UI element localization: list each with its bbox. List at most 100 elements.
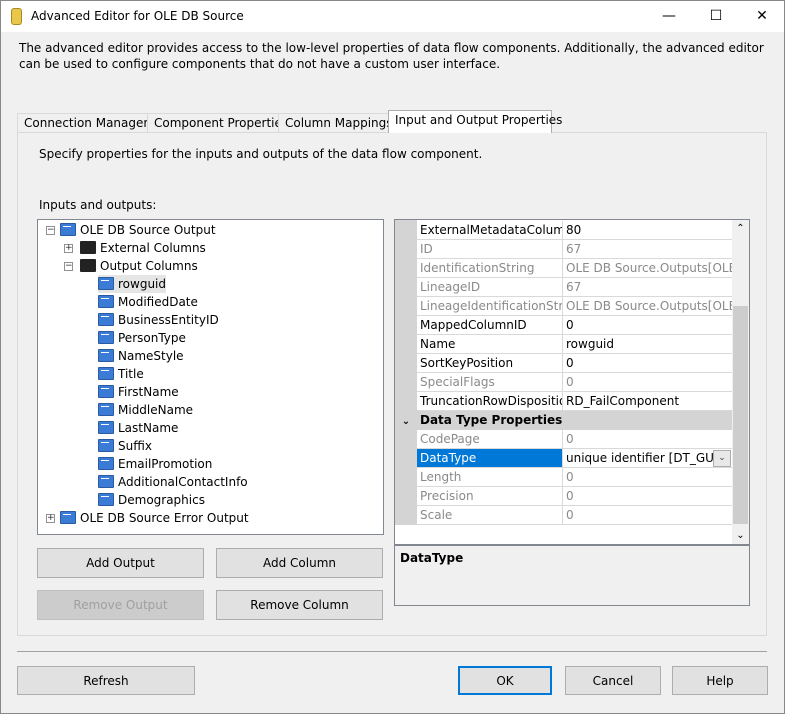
node-label: FirstName: [118, 385, 179, 399]
add-column-button[interactable]: Add Column: [216, 548, 383, 578]
property-row[interactable]: TruncationRowDisposition RD_FailComponent: [417, 392, 732, 411]
node-label: Output Columns: [100, 259, 198, 273]
node-label: OLE DB Source Error Output: [80, 511, 249, 525]
tab-input-output-properties[interactable]: Input and Output Properties: [388, 110, 562, 133]
property-row[interactable]: DataType unique identifier [DT_GUID] ⌄: [417, 449, 732, 468]
property-row[interactable]: MappedColumnID 0: [417, 316, 732, 335]
output-icon: [60, 511, 76, 524]
column-icon: [98, 295, 114, 308]
output-icon: [60, 223, 76, 236]
refresh-button[interactable]: Refresh: [17, 666, 195, 695]
title-bar: Advanced Editor for OLE DB Source — ☐ ✕: [0, 0, 785, 32]
help-button[interactable]: Help: [672, 666, 768, 695]
property-value: 0: [566, 432, 574, 446]
property-name: Scale: [417, 506, 563, 524]
tree-node-column[interactable]: ModifiedDate: [98, 293, 198, 311]
column-icon: [98, 349, 114, 362]
node-label: Suffix: [118, 439, 152, 453]
category-row[interactable]: ⌄ Data Type Properties: [395, 411, 732, 430]
node-label: rowguid: [118, 277, 166, 291]
property-row[interactable]: LineageID 67: [417, 278, 732, 297]
property-row[interactable]: Scale 0: [417, 506, 732, 525]
property-name: TruncationRowDisposition: [417, 392, 563, 410]
expand-icon[interactable]: +: [64, 244, 73, 253]
property-value[interactable]: unique identifier [DT_GUID]: [563, 449, 732, 467]
property-row[interactable]: ExternalMetadataColumnID80: [417, 221, 732, 240]
tree-node-column[interactable]: FirstName: [98, 383, 179, 401]
tab-component-properties[interactable]: Component Properties: [147, 113, 288, 133]
scrollbar-thumb[interactable]: [733, 306, 748, 524]
property-value: 0: [566, 470, 574, 484]
tree-node-column[interactable]: EmailPromotion: [98, 455, 212, 473]
tree-node-output-columns[interactable]: Output Columns: [80, 257, 198, 275]
separator: [17, 651, 767, 652]
property-value[interactable]: rowguid: [563, 335, 732, 353]
add-output-button[interactable]: Add Output: [37, 548, 204, 578]
tree-node-error-output[interactable]: OLE DB Source Error Output: [60, 509, 249, 527]
tree-node-column[interactable]: MiddleName: [98, 401, 193, 419]
tree-node-output[interactable]: OLE DB Source Output: [60, 221, 216, 239]
inputs-outputs-tree[interactable]: − OLE DB Source Output + External Column…: [37, 219, 384, 535]
tab-connection-managers[interactable]: Connection Managers: [17, 113, 155, 133]
property-value[interactable]: RD_FailComponent: [563, 392, 732, 410]
inputs-outputs-label: Inputs and outputs:: [39, 198, 157, 212]
collapse-icon[interactable]: −: [64, 262, 73, 271]
property-row[interactable]: SortKeyPosition 0: [417, 354, 732, 373]
node-label: BusinessEntityID: [118, 313, 219, 327]
property-value: 0: [566, 375, 574, 389]
scroll-up-icon[interactable]: ⌃: [732, 220, 749, 237]
category-label: Data Type Properties: [420, 413, 563, 427]
ok-button[interactable]: OK: [458, 666, 552, 695]
column-icon: [98, 277, 114, 290]
collapse-chevron-icon[interactable]: ⌄: [395, 412, 417, 431]
property-value[interactable]: 0: [563, 354, 732, 372]
instruction-text: Specify properties for the inputs and ou…: [39, 147, 483, 161]
folder-icon: [80, 241, 96, 254]
tree-node-external-columns[interactable]: External Columns: [80, 239, 206, 257]
close-button[interactable]: ✕: [739, 1, 785, 32]
tree-node-column[interactable]: AdditionalContactInfo: [98, 473, 248, 491]
property-name: DataType: [417, 449, 563, 467]
remove-column-button[interactable]: Remove Column: [216, 590, 383, 620]
expand-icon[interactable]: +: [46, 514, 55, 523]
tree-node-column[interactable]: rowguid: [98, 275, 166, 293]
maximize-button[interactable]: ☐: [693, 1, 739, 32]
property-row[interactable]: Length 0: [417, 468, 732, 487]
scroll-down-icon[interactable]: ⌄: [732, 527, 749, 544]
tree-node-column[interactable]: LastName: [98, 419, 178, 437]
property-row[interactable]: SpecialFlags 0: [417, 373, 732, 392]
minimize-button[interactable]: —: [646, 1, 692, 32]
property-value[interactable]: 0: [563, 316, 732, 334]
property-row[interactable]: LineageIdentificationStringOLE DB Source…: [417, 297, 732, 316]
node-label: AdditionalContactInfo: [118, 475, 248, 489]
node-label: LastName: [118, 421, 179, 435]
collapse-icon[interactable]: −: [46, 226, 55, 235]
dropdown-arrow-icon[interactable]: ⌄: [713, 450, 731, 467]
node-label: MiddleName: [118, 403, 194, 417]
property-name: Name: [417, 335, 563, 353]
tree-node-column[interactable]: PersonType: [98, 329, 186, 347]
property-row[interactable]: Precision 0: [417, 487, 732, 506]
property-row[interactable]: IdentificationString OLE DB Source.Output…: [417, 259, 732, 278]
node-label: OLE DB Source Output: [80, 223, 216, 237]
editor-description: The advanced editor provides access to t…: [19, 41, 764, 71]
property-value: 67: [566, 242, 582, 256]
tree-node-column[interactable]: BusinessEntityID: [98, 311, 219, 329]
property-row[interactable]: ID 67: [417, 240, 732, 259]
grid-scrollbar[interactable]: ⌃ ⌄: [732, 220, 749, 544]
tree-node-column[interactable]: Title: [98, 365, 144, 383]
tree-node-column[interactable]: Suffix: [98, 437, 152, 455]
property-grid[interactable]: ⌃ ⌄ ExternalMetadataColumnID80ID67Identi…: [394, 219, 750, 545]
property-row[interactable]: Name rowguid: [417, 335, 732, 354]
cancel-button[interactable]: Cancel: [565, 666, 661, 695]
tree-node-column[interactable]: Demographics: [98, 491, 205, 509]
property-name: Precision: [417, 487, 563, 505]
property-description: DataType: [394, 545, 750, 606]
property-row[interactable]: CodePage 0: [417, 430, 732, 449]
tab-column-mappings[interactable]: Column Mappings: [278, 113, 393, 133]
remove-output-button[interactable]: Remove Output: [37, 590, 204, 620]
tree-node-column[interactable]: NameStyle: [98, 347, 184, 365]
property-value[interactable]: 80: [563, 221, 732, 239]
column-icon: [98, 493, 114, 506]
node-label: Title: [118, 367, 144, 381]
